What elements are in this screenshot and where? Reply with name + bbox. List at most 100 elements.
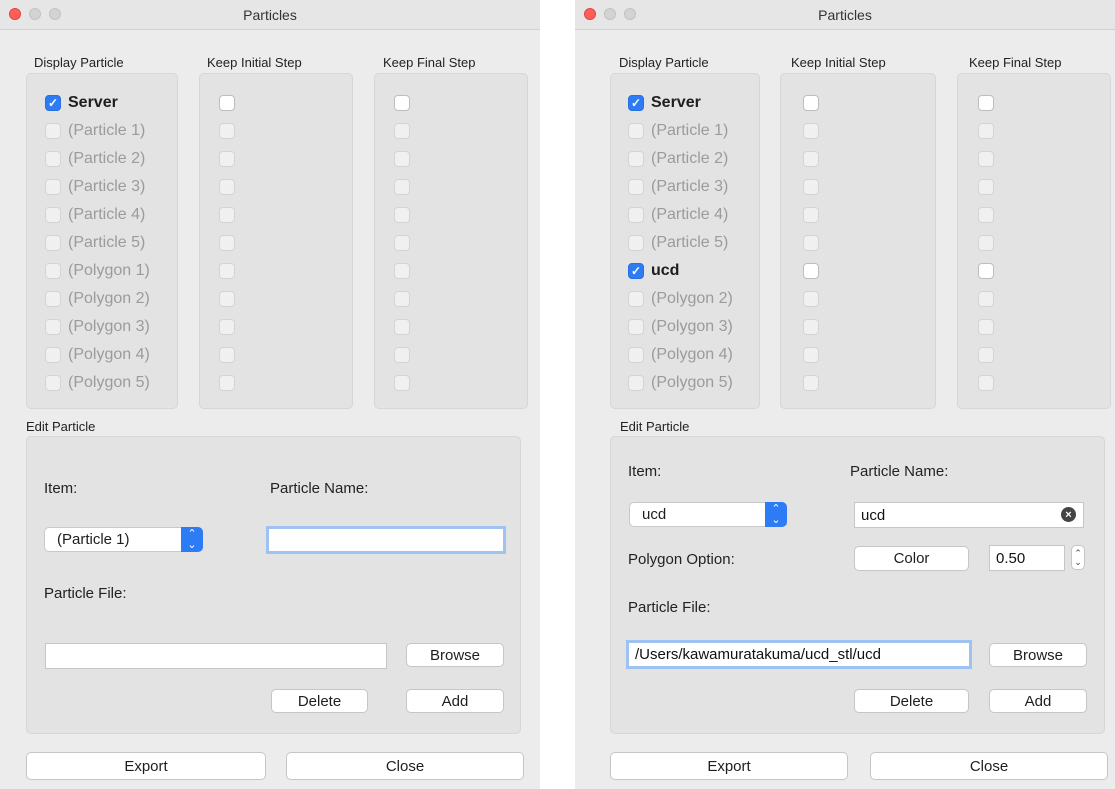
display-particle-checkbox[interactable] xyxy=(45,319,61,335)
keep-final-step-checkbox[interactable] xyxy=(978,207,994,223)
keep-final-step-checkbox[interactable] xyxy=(394,151,410,167)
keep-final-step-checkbox[interactable] xyxy=(394,123,410,139)
keep-initial-step-checkbox[interactable] xyxy=(803,179,819,195)
display-particle-row[interactable]: (Particle 4) xyxy=(45,205,145,225)
display-particle-row[interactable]: (Polygon 2) xyxy=(45,289,150,309)
keep-initial-step-checkbox[interactable] xyxy=(803,291,819,307)
keep-initial-step-checkbox[interactable] xyxy=(219,263,235,279)
display-particle-row[interactable]: (Polygon 5) xyxy=(45,373,150,393)
keep-final-step-checkbox[interactable] xyxy=(978,319,994,335)
keep-initial-step-checkbox[interactable] xyxy=(219,235,235,251)
display-particle-checkbox[interactable] xyxy=(45,375,61,391)
keep-final-step-checkbox[interactable] xyxy=(394,375,410,391)
keep-final-step-checkbox[interactable] xyxy=(978,375,994,391)
display-particle-row[interactable]: (Particle 3) xyxy=(628,177,728,197)
keep-final-step-checkbox[interactable] xyxy=(978,179,994,195)
keep-initial-step-checkbox[interactable] xyxy=(803,207,819,223)
keep-final-step-checkbox[interactable] xyxy=(978,95,994,111)
keep-initial-step-checkbox[interactable] xyxy=(219,207,235,223)
keep-final-step-checkbox[interactable] xyxy=(978,123,994,139)
display-particle-row[interactable]: (Particle 2) xyxy=(628,149,728,169)
keep-initial-step-checkbox[interactable] xyxy=(219,375,235,391)
delete-button[interactable]: Delete xyxy=(271,689,368,713)
particle-file-input[interactable] xyxy=(45,643,387,669)
keep-final-step-checkbox[interactable] xyxy=(394,179,410,195)
keep-initial-step-checkbox[interactable] xyxy=(803,151,819,167)
add-button[interactable]: Add xyxy=(989,689,1087,713)
display-particle-checkbox[interactable] xyxy=(45,207,61,223)
keep-final-step-checkbox[interactable] xyxy=(978,347,994,363)
export-button[interactable]: Export xyxy=(610,752,848,780)
display-particle-row[interactable]: (Polygon 5) xyxy=(628,373,733,393)
keep-final-step-checkbox[interactable] xyxy=(394,207,410,223)
display-particle-checkbox[interactable] xyxy=(45,263,61,279)
keep-final-step-checkbox[interactable] xyxy=(978,291,994,307)
display-particle-checkbox[interactable] xyxy=(628,207,644,223)
color-button[interactable]: Color xyxy=(854,546,969,571)
keep-initial-step-checkbox[interactable] xyxy=(803,235,819,251)
display-particle-checkbox[interactable] xyxy=(45,123,61,139)
keep-initial-step-checkbox[interactable] xyxy=(803,347,819,363)
keep-initial-step-checkbox[interactable] xyxy=(219,179,235,195)
display-particle-checkbox[interactable] xyxy=(628,319,644,335)
keep-initial-step-checkbox[interactable] xyxy=(219,151,235,167)
keep-final-step-checkbox[interactable] xyxy=(978,263,994,279)
display-particle-row[interactable]: ✓ ucd xyxy=(628,261,679,281)
keep-final-step-checkbox[interactable] xyxy=(394,263,410,279)
close-button[interactable]: Close xyxy=(286,752,524,780)
display-particle-checkbox[interactable] xyxy=(45,179,61,195)
display-particle-row[interactable]: (Particle 5) xyxy=(45,233,145,253)
particle-file-input[interactable] xyxy=(626,640,972,669)
display-particle-row[interactable]: (Particle 3) xyxy=(45,177,145,197)
display-particle-row[interactable]: (Polygon 3) xyxy=(45,317,150,337)
display-particle-checkbox[interactable] xyxy=(45,291,61,307)
opacity-input[interactable] xyxy=(989,545,1065,571)
display-particle-checkbox[interactable] xyxy=(628,375,644,391)
display-particle-checkbox[interactable] xyxy=(628,347,644,363)
display-particle-checkbox[interactable] xyxy=(628,291,644,307)
title-bar[interactable]: Particles xyxy=(0,0,540,30)
display-particle-checkbox[interactable] xyxy=(628,123,644,139)
keep-initial-step-checkbox[interactable] xyxy=(219,123,235,139)
keep-initial-step-checkbox[interactable] xyxy=(803,123,819,139)
keep-initial-step-checkbox[interactable] xyxy=(219,95,235,111)
display-particle-row[interactable]: ✓ Server xyxy=(45,93,118,113)
keep-final-step-checkbox[interactable] xyxy=(394,319,410,335)
browse-button[interactable]: Browse xyxy=(989,643,1087,667)
export-button[interactable]: Export xyxy=(26,752,266,780)
display-particle-checkbox[interactable] xyxy=(45,235,61,251)
keep-final-step-checkbox[interactable] xyxy=(978,235,994,251)
display-particle-row[interactable]: (Polygon 2) xyxy=(628,289,733,309)
close-button[interactable]: Close xyxy=(870,752,1108,780)
keep-initial-step-checkbox[interactable] xyxy=(803,319,819,335)
add-button[interactable]: Add xyxy=(406,689,504,713)
keep-initial-step-checkbox[interactable] xyxy=(803,263,819,279)
display-particle-checkbox[interactable]: ✓ xyxy=(628,95,644,111)
display-particle-checkbox[interactable] xyxy=(45,347,61,363)
display-particle-row[interactable]: (Polygon 3) xyxy=(628,317,733,337)
keep-initial-step-checkbox[interactable] xyxy=(219,291,235,307)
item-select[interactable]: (Particle 1) ⌃ ⌄ xyxy=(44,527,203,552)
keep-final-step-checkbox[interactable] xyxy=(394,291,410,307)
display-particle-checkbox[interactable] xyxy=(45,151,61,167)
opacity-stepper-icon[interactable]: ⌃ ⌄ xyxy=(1071,545,1085,570)
keep-initial-step-checkbox[interactable] xyxy=(803,95,819,111)
item-select[interactable]: ucd ⌃ ⌄ xyxy=(629,502,787,527)
keep-final-step-checkbox[interactable] xyxy=(978,151,994,167)
display-particle-row[interactable]: (Polygon 1) xyxy=(45,261,150,281)
display-particle-row[interactable]: (Polygon 4) xyxy=(45,345,150,365)
particle-name-input[interactable] xyxy=(854,502,1084,528)
keep-initial-step-checkbox[interactable] xyxy=(219,319,235,335)
keep-final-step-checkbox[interactable] xyxy=(394,347,410,363)
display-particle-row[interactable]: (Particle 1) xyxy=(628,121,728,141)
clear-icon[interactable]: × xyxy=(1061,507,1076,522)
title-bar[interactable]: Particles xyxy=(575,0,1115,30)
keep-initial-step-checkbox[interactable] xyxy=(219,347,235,363)
browse-button[interactable]: Browse xyxy=(406,643,504,667)
display-particle-checkbox[interactable] xyxy=(628,151,644,167)
keep-initial-step-checkbox[interactable] xyxy=(803,375,819,391)
display-particle-row[interactable]: ✓ Server xyxy=(628,93,701,113)
display-particle-checkbox[interactable] xyxy=(628,179,644,195)
display-particle-row[interactable]: (Particle 5) xyxy=(628,233,728,253)
keep-final-step-checkbox[interactable] xyxy=(394,95,410,111)
